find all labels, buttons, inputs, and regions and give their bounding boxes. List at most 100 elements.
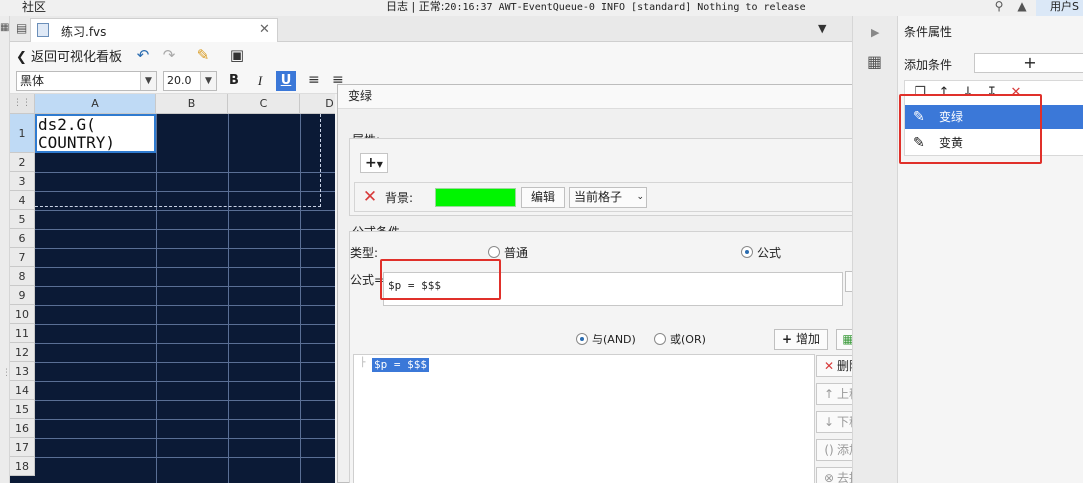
row-header-14[interactable]: 14 [10, 381, 35, 400]
log-status[interactable]: 日志 | 正常:20:16:37 AWT-EventQueue-0 INFO [… [386, 0, 806, 14]
underline-button[interactable]: U [276, 71, 296, 91]
font-family-select[interactable]: 黑体 ▼ [16, 71, 157, 91]
community-link[interactable]: 社区 [22, 0, 46, 14]
row-divider [35, 343, 335, 344]
edit-button[interactable]: 编辑 [521, 187, 565, 208]
right-icon-strip: ▶ ▦ [852, 16, 897, 483]
bracket-remove-icon: ⊗ [823, 471, 835, 483]
font-size-value: 20.0 [167, 74, 192, 87]
search-icon[interactable]: ⚲ [992, 0, 1006, 14]
add-condition-button-label: 增加 [795, 332, 820, 346]
row-divider [35, 286, 335, 287]
close-icon[interactable]: ✕ [259, 22, 270, 37]
row-header-7[interactable]: 7 [10, 248, 35, 267]
page-break-line [320, 114, 321, 207]
radio-or-label: 或(OR) [670, 333, 706, 346]
italic-button[interactable]: I [250, 71, 270, 91]
column-header-c[interactable]: C [228, 94, 300, 114]
undo-icon[interactable]: ↶ [134, 46, 152, 64]
row-header-18[interactable]: 18 [10, 457, 35, 476]
remove-attribute-icon[interactable]: ✕ [361, 188, 379, 206]
row-header-3[interactable]: 3 [10, 172, 35, 191]
page-break-line [35, 206, 321, 207]
row-divider [35, 229, 335, 230]
row-header-6[interactable]: 6 [10, 229, 35, 248]
preview-icon[interactable]: ▣ [228, 46, 246, 64]
add-condition-plus-button[interactable]: + [974, 53, 1083, 73]
font-family-value: 黑体 [20, 74, 45, 88]
column-header-d[interactable]: D [300, 94, 335, 114]
font-size-select[interactable]: 20.0 ▼ [163, 71, 217, 91]
row-header-1[interactable]: 1 [10, 114, 35, 153]
background-color-swatch[interactable] [435, 188, 516, 207]
row-divider [35, 248, 335, 249]
pane-toggle-icon[interactable]: ▦ [0, 22, 9, 33]
row-header-16[interactable]: 16 [10, 419, 35, 438]
row-header-4[interactable]: 4 [10, 191, 35, 210]
row-header-15[interactable]: 15 [10, 400, 35, 419]
left-edge-toolbar: ▦ ⋮ [0, 16, 11, 483]
tab-list-icon[interactable]: ▤ [16, 21, 27, 35]
radio-or[interactable] [654, 333, 666, 345]
user-menu[interactable]: 用户S [1036, 0, 1083, 16]
spreadsheet-grid[interactable]: ⋮⋮ A B C D 1 2 3 4 5 6 7 8 9 10 11 12 13… [10, 94, 335, 483]
row-divider [35, 362, 335, 363]
dialog-title: 变绿 [338, 85, 896, 109]
bold-button[interactable]: B [224, 71, 244, 91]
log-message: 20:16:37 AWT-EventQueue-0 INFO [standard… [444, 2, 806, 13]
add-condition-button[interactable]: + 增加 [774, 329, 828, 350]
row-header-11[interactable]: 11 [10, 324, 35, 343]
radio-and[interactable] [576, 333, 588, 345]
cell-a1-value: ds2.G( COUNTRY) [38, 115, 116, 152]
row-header-9[interactable]: 9 [10, 286, 35, 305]
bell-icon[interactable]: ▲ [1015, 0, 1029, 14]
radio-normal[interactable] [488, 246, 500, 258]
row-header-17[interactable]: 17 [10, 438, 35, 457]
column-divider [156, 114, 157, 483]
row-divider [35, 210, 335, 211]
condition-list[interactable]: ├ $p = $$$ [353, 354, 815, 483]
radio-and-label: 与(AND) [592, 333, 636, 346]
row-header-10[interactable]: 10 [10, 305, 35, 324]
expand-arrow-icon[interactable]: ▶ [871, 26, 879, 39]
row-header-2[interactable]: 2 [10, 153, 35, 172]
background-label: 背景: [385, 191, 414, 205]
column-header-b[interactable]: B [156, 94, 228, 114]
plus-icon: + [782, 332, 793, 346]
scope-select[interactable]: 当前格子 ⌄ [569, 187, 647, 208]
row-divider [35, 172, 335, 173]
add-attribute-button[interactable]: +▼ [360, 153, 388, 173]
back-button-label: 返回可视化看板 [31, 50, 123, 65]
delete-icon: ✕ [823, 359, 835, 373]
row-divider [35, 191, 335, 192]
tab-menu-icon[interactable]: ▼ [818, 22, 826, 35]
redo-icon[interactable]: ↷ [160, 46, 178, 64]
row-divider [35, 419, 335, 420]
format-brush-icon[interactable]: ✎ [194, 46, 212, 64]
row-header-8[interactable]: 8 [10, 267, 35, 286]
highlight-condition-list [899, 94, 1042, 164]
chevron-left-icon: ❮ [16, 50, 27, 65]
column-header-a[interactable]: A [35, 94, 156, 114]
radio-formula[interactable] [741, 246, 753, 258]
type-label: 类型: [350, 246, 379, 260]
row-divider [35, 438, 335, 439]
align-left-icon[interactable]: ≡ [308, 72, 320, 88]
file-icon [37, 23, 49, 37]
tab-practice-file[interactable]: 练习.fvs ✕ [30, 18, 278, 42]
back-button[interactable]: ❮ 返回可视化看板 [16, 46, 122, 65]
arrow-up-icon: ↑ [823, 387, 835, 401]
select-all-corner[interactable]: ⋮⋮ [10, 94, 35, 114]
radio-formula-label: 公式 [757, 246, 782, 260]
add-condition-label: 添加条件 [904, 58, 953, 72]
row-header-13[interactable]: 13 [10, 362, 35, 381]
condition-item[interactable]: $p = $$$ [372, 358, 429, 372]
row-divider [35, 267, 335, 268]
radio-normal-label: 普通 [504, 246, 529, 260]
cell-attribute-icon[interactable]: ▦ [867, 52, 882, 71]
chevron-down-icon: ▼ [200, 72, 216, 90]
column-divider [228, 114, 229, 483]
cell-a1[interactable]: ds2.G( COUNTRY) [35, 114, 156, 153]
row-header-12[interactable]: 12 [10, 343, 35, 362]
row-header-5[interactable]: 5 [10, 210, 35, 229]
